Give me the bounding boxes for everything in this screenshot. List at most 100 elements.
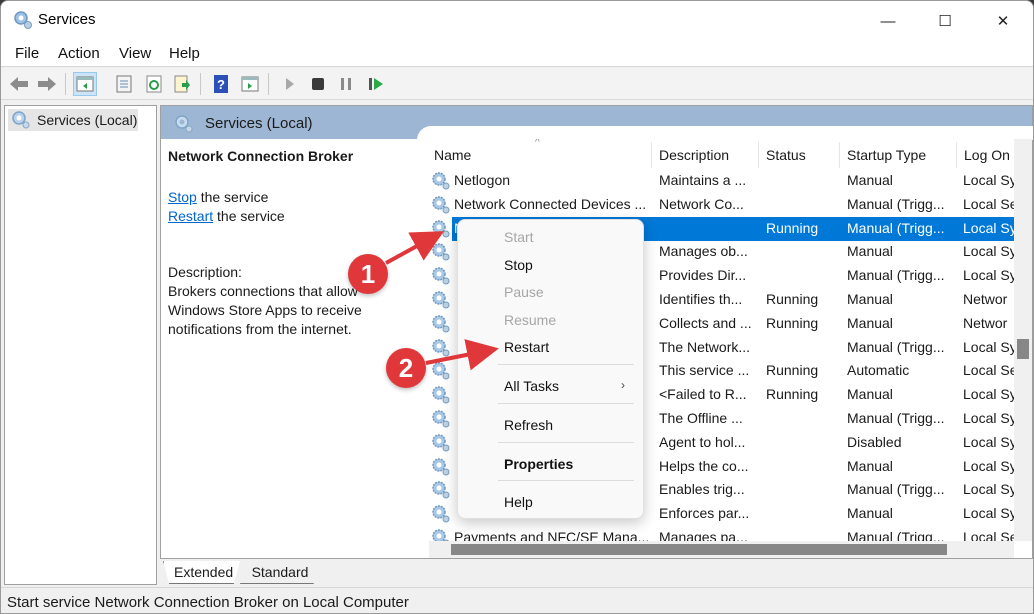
cell-status: Running (766, 314, 819, 331)
services-gear-icon (175, 115, 193, 133)
back-icon (10, 77, 28, 91)
cell-startup-type: Manual (Trigg... (847, 410, 945, 426)
status-text: Start service Network Connection Broker … (7, 594, 409, 611)
service-gear-icon (431, 433, 451, 453)
column-separator[interactable] (839, 142, 840, 168)
pause-service-icon (341, 78, 351, 90)
horizontal-scrollbar[interactable] (429, 541, 1014, 558)
menu-item-label: Stop (504, 257, 533, 273)
cell-description: Maintains a ... (659, 172, 747, 188)
stop-service-link[interactable]: Stop (168, 189, 197, 205)
menu-item-label: Resume (504, 312, 557, 328)
column-log-on[interactable]: Log On (964, 147, 1010, 163)
cell-description: Enforces par... (659, 505, 750, 522)
cell-status: Running (766, 386, 819, 403)
pane-header-title: Services (Local) (205, 115, 313, 132)
cell-startup-type: Manual (Trigg... (847, 338, 945, 355)
forward-button[interactable] (35, 72, 59, 96)
restart-service-button[interactable] (364, 72, 388, 96)
cell-description: Enables trig... (659, 481, 745, 498)
cell-name: Payments and NFC/SE Mana... (454, 529, 650, 541)
stop-service-icon (312, 78, 324, 90)
tree-item-services-local[interactable]: Services (Local) (8, 109, 138, 131)
maximize-button[interactable]: ☐ (916, 1, 974, 41)
context-menu-item-restart[interactable]: Restart (458, 335, 643, 361)
context-menu-item-all-tasks[interactable]: All Tasks › (458, 374, 643, 400)
cell-description: Manages ob... (659, 243, 748, 260)
context-menu-separator (498, 403, 634, 404)
cell-status: Running (766, 291, 819, 307)
service-gear-icon (431, 195, 451, 215)
context-menu-item-properties[interactable]: Properties (458, 452, 643, 478)
context-menu-item-refresh[interactable]: Refresh (458, 413, 643, 439)
column-name[interactable]: Name (434, 147, 471, 163)
services-window: Services — ☐ ✕ File Action View Help ? S… (0, 0, 1034, 614)
show-hide-console-tree-button[interactable] (73, 72, 97, 96)
cell-startup-type: Manual (Trigg... (847, 529, 945, 541)
context-menu-item-start: Start (458, 225, 643, 251)
column-status[interactable]: Status (766, 147, 806, 163)
table-row[interactable]: Netlogon Maintains a ... Manual Local Sy (429, 169, 1014, 193)
tab-extended[interactable]: Extended (163, 561, 240, 584)
service-gear-icon (431, 290, 451, 310)
vertical-scrollbar[interactable] (1014, 139, 1032, 541)
service-gear-icon (431, 504, 451, 524)
context-menu-separator (498, 442, 634, 443)
restart-service-icon (369, 78, 383, 90)
horizontal-scroll-thumb[interactable] (451, 544, 947, 555)
show-action-pane-button[interactable] (238, 72, 262, 96)
export-list-button[interactable] (170, 72, 194, 96)
context-menu-item-stop[interactable]: Stop (458, 253, 643, 279)
pause-service-button[interactable] (334, 72, 358, 96)
minimize-button[interactable]: — (859, 1, 917, 41)
cell-description: Manages pa... (659, 529, 748, 541)
service-detail: Network Connection Broker Stop the servi… (168, 148, 423, 339)
menu-action[interactable]: Action (58, 45, 100, 62)
cell-description: The Offline ... (659, 410, 743, 426)
console-tree: Services (Local) (4, 105, 157, 585)
restart-service-link[interactable]: Restart (168, 208, 213, 224)
cell-startup-type: Manual (847, 386, 893, 403)
cell-log-on: Local Sy (963, 243, 1014, 260)
service-gear-icon (431, 266, 451, 286)
menu-view[interactable]: View (119, 45, 151, 62)
column-separator[interactable] (956, 142, 957, 168)
menu-item-label: Refresh (504, 417, 554, 433)
help-button[interactable]: ? (209, 72, 233, 96)
menu-item-label: Start (504, 229, 534, 245)
cell-log-on: Networ (963, 314, 1008, 331)
refresh-button[interactable] (142, 72, 166, 96)
service-gear-icon (431, 314, 451, 334)
start-service-button[interactable] (278, 72, 302, 96)
cell-log-on: Local Sy (963, 433, 1014, 450)
close-button[interactable]: ✕ (974, 1, 1032, 41)
table-row[interactable]: Payments and NFC/SE Mana... Manages pa...… (429, 526, 1014, 541)
menu-help[interactable]: Help (169, 45, 200, 62)
stop-service-button[interactable] (306, 72, 330, 96)
menu-item-label: Help (504, 494, 533, 510)
column-separator[interactable] (651, 142, 652, 168)
cell-startup-type: Manual (Trigg... (847, 195, 945, 212)
window-title: Services (38, 11, 96, 28)
restart-link-suffix: the service (213, 208, 285, 224)
column-separator[interactable] (758, 142, 759, 168)
properties-button[interactable] (112, 72, 136, 96)
context-menu-separator (498, 480, 634, 481)
back-button[interactable] (7, 72, 31, 96)
title-bar: Services — ☐ ✕ (1, 1, 1033, 41)
menu-item-label: Pause (504, 284, 544, 300)
svg-text:?: ? (217, 77, 225, 92)
vertical-scroll-thumb[interactable] (1017, 339, 1029, 359)
cell-startup-type: Manual (Trigg... (847, 481, 945, 498)
column-startup-type[interactable]: Startup Type (847, 147, 926, 163)
annotation-badge-1: 1 (348, 254, 388, 294)
tab-standard[interactable]: Standard (240, 561, 320, 584)
submenu-arrow-icon: › (621, 378, 625, 392)
context-menu-item-help[interactable]: Help (458, 490, 643, 516)
table-row[interactable]: Network Connected Devices ... Network Co.… (429, 193, 1014, 217)
sort-ascending-icon: ^ (535, 139, 540, 148)
menu-file[interactable]: File (15, 45, 39, 62)
cell-log-on: Local Se (963, 362, 1014, 379)
cell-startup-type: Manual (Trigg... (847, 267, 945, 284)
column-description[interactable]: Description (659, 147, 729, 163)
